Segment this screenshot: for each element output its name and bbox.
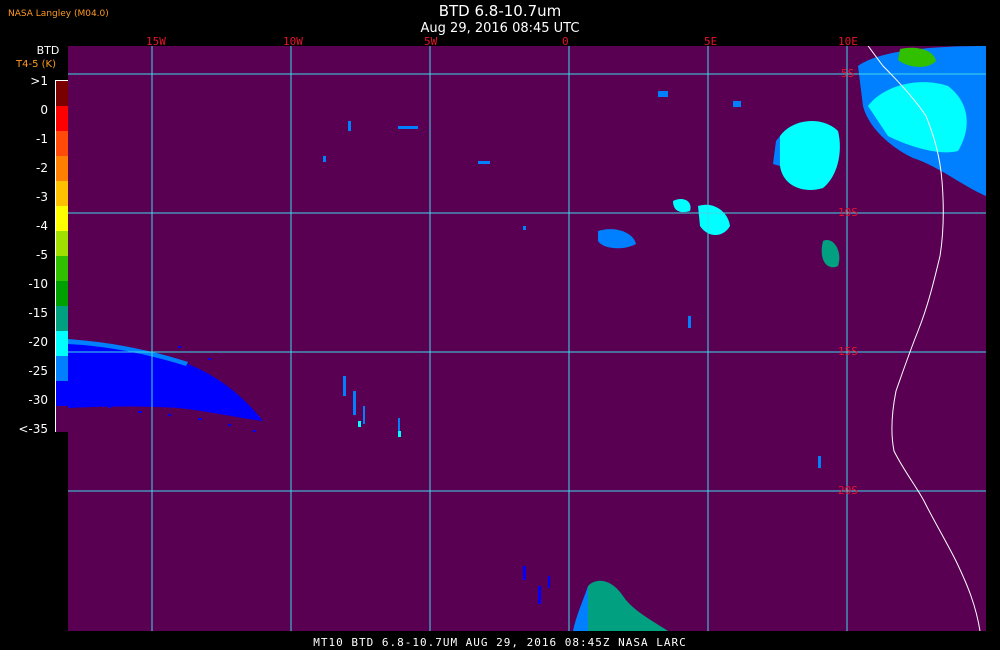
satellite-image-viewer: NASA Langley (M04.0) BTD 6.8-10.7um Aug … [0,0,1000,650]
cloud-features [68,46,986,631]
legend-tick-label: -5 [36,248,48,262]
legend-tick-label: >1 [30,74,48,88]
map-canvas[interactable] [68,46,986,631]
legend-tick-label: -30 [28,393,48,407]
lon-label-10w: 10W [283,35,303,48]
lat-label-20s: 20S [838,484,858,497]
cloud-cluster-east-edge [773,136,780,166]
graticule [68,46,986,631]
cloud-streaks-central [323,91,821,468]
lon-label-0: 0 [562,35,569,48]
cloud-small-mid [598,229,636,249]
lon-label-5e: 5E [704,35,718,48]
cloud-small-10s [698,204,730,235]
cloud-south [588,580,668,631]
lat-label-5s: 5S [841,67,855,80]
legend-title: BTD [36,44,60,57]
lon-label-15w: 15W [146,35,166,48]
cloud-small-east-15s [821,240,840,268]
cloud-small-10s-left [673,199,691,213]
legend-units: T4-5 (K) [16,59,56,70]
legend-tick-label: -25 [28,364,48,378]
cloud-streaks-south [523,566,550,604]
image-timestamp: Aug 29, 2016 08:45 UTC [420,21,580,36]
footer-caption: MT10 BTD 6.8-10.7UM AUG 29, 2016 08:45Z … [313,636,687,649]
image-title: BTD 6.8-10.7um [438,2,562,20]
cloud-south-blue [573,586,588,631]
map-svg [68,46,986,631]
legend-tick-label: -4 [36,219,48,233]
legend-tick-label: -15 [28,306,48,320]
legend-tick-label: -3 [36,190,48,204]
legend-tick-label: -10 [28,277,48,291]
lon-label-5w: 5W [424,35,438,48]
legend-tick-label: <-35 [18,422,48,436]
lon-label-10e: 10E [838,35,858,48]
lat-label-10s: 10S [838,206,858,219]
legend-tick-label: -1 [36,132,48,146]
legend-tick-label: -2 [36,161,48,175]
legend-tick-label: -20 [28,335,48,349]
cloud-cluster-east [780,120,840,190]
cloud-band-west [68,339,263,421]
lat-label-15s: 15S [838,345,858,358]
legend-tick-label: 0 [40,103,48,117]
